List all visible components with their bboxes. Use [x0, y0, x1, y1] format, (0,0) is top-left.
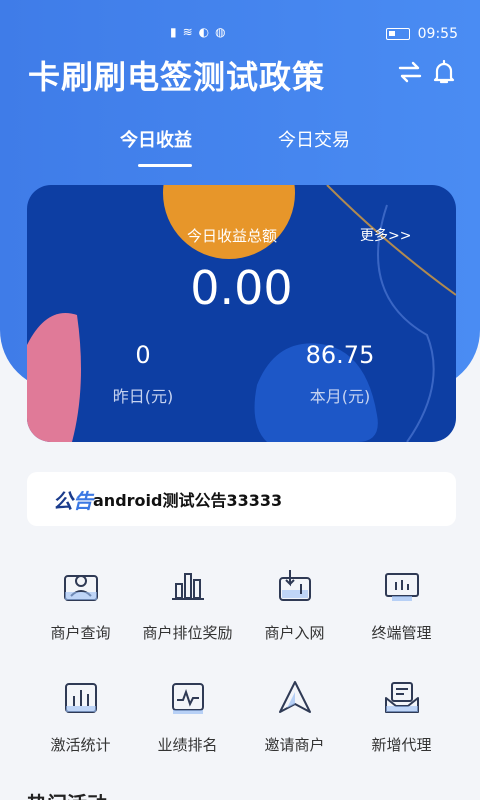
notice-tag-part1: 公: [53, 488, 73, 513]
menu-label: 激活统计: [50, 736, 111, 754]
pulse-monitor-icon: [172, 683, 204, 714]
earnings-card: 今日收益总额 更多>> 0.00 0 昨日(元) 86.75 本月(元): [27, 185, 456, 442]
menu-performance-ranking[interactable]: 业绩排名: [134, 672, 241, 772]
menu-label: 商户查询: [50, 624, 111, 642]
yesterday-value: 0: [135, 341, 151, 369]
merchant-card-icon: [64, 575, 98, 601]
menu-terminal-management[interactable]: 终端管理: [348, 560, 455, 660]
battery-icon: [385, 28, 410, 40]
menu-add-agent[interactable]: 新增代理: [348, 672, 455, 772]
notice-bar[interactable]: 公告 android测试公告33333: [27, 472, 456, 526]
menu-activation-stats[interactable]: 激活统计: [27, 672, 134, 772]
mail-tray-icon: [385, 682, 419, 713]
today-earnings-amount: 0.00: [190, 261, 293, 315]
bell-icon[interactable]: [430, 58, 458, 86]
menu-label: 终端管理: [371, 624, 432, 642]
yesterday-label: 昨日(元): [112, 387, 174, 406]
switch-icon[interactable]: [396, 58, 424, 86]
menu-merchant-query[interactable]: 商户查询: [27, 560, 134, 660]
sync-icon: ◐: [198, 25, 210, 39]
menu-label: 业绩排名: [157, 736, 218, 754]
hot-activities-title: 热门活动: [27, 788, 107, 800]
globe-icon: ◍: [215, 25, 226, 39]
month-value: 86.75: [305, 341, 375, 369]
notice-tag-part2: 告: [73, 488, 93, 513]
pos-terminal-icon: [279, 570, 311, 601]
menu-label: 商户入网: [264, 624, 325, 642]
stats-chart-icon: [65, 683, 97, 713]
notice-text: android测试公告33333: [93, 491, 283, 510]
triangle-navigation-icon: [279, 681, 311, 713]
status-time: 09:55: [417, 26, 458, 42]
tab-today-earnings[interactable]: 今日收益: [120, 126, 192, 152]
today-earnings-label: 今日收益总额: [187, 227, 278, 245]
menu-merchant-ranking-reward[interactable]: 商户排位奖励: [134, 560, 241, 660]
menu-label: 邀请商户: [264, 736, 325, 754]
menu-label: 商户排位奖励: [142, 624, 233, 642]
menu-invite-merchant[interactable]: 邀请商户: [241, 672, 348, 772]
tab-indicator: [138, 164, 192, 167]
menu-merchant-onboarding[interactable]: 商户入网: [241, 560, 348, 660]
status-icons: ▮ ≋ ◐ ◍: [170, 25, 226, 39]
page-title: 卡刷刷电签测试政策: [28, 58, 326, 96]
status-bar: ▮ ≋ ◐ ◍ 09:55: [0, 0, 480, 42]
bar-ranking-icon: [172, 573, 204, 600]
notice-tag: 公告: [53, 485, 93, 514]
monitor-icon: [385, 573, 419, 601]
menu-label: 新增代理: [371, 736, 432, 754]
wifi-icon: ≋: [182, 25, 193, 39]
tab-bar: 今日收益 今日交易: [0, 126, 480, 170]
more-link[interactable]: 更多>>: [360, 225, 411, 245]
notification-icon: ▮: [170, 25, 177, 39]
month-label: 本月(元): [309, 387, 371, 406]
tab-today-transactions[interactable]: 今日交易: [278, 126, 350, 152]
